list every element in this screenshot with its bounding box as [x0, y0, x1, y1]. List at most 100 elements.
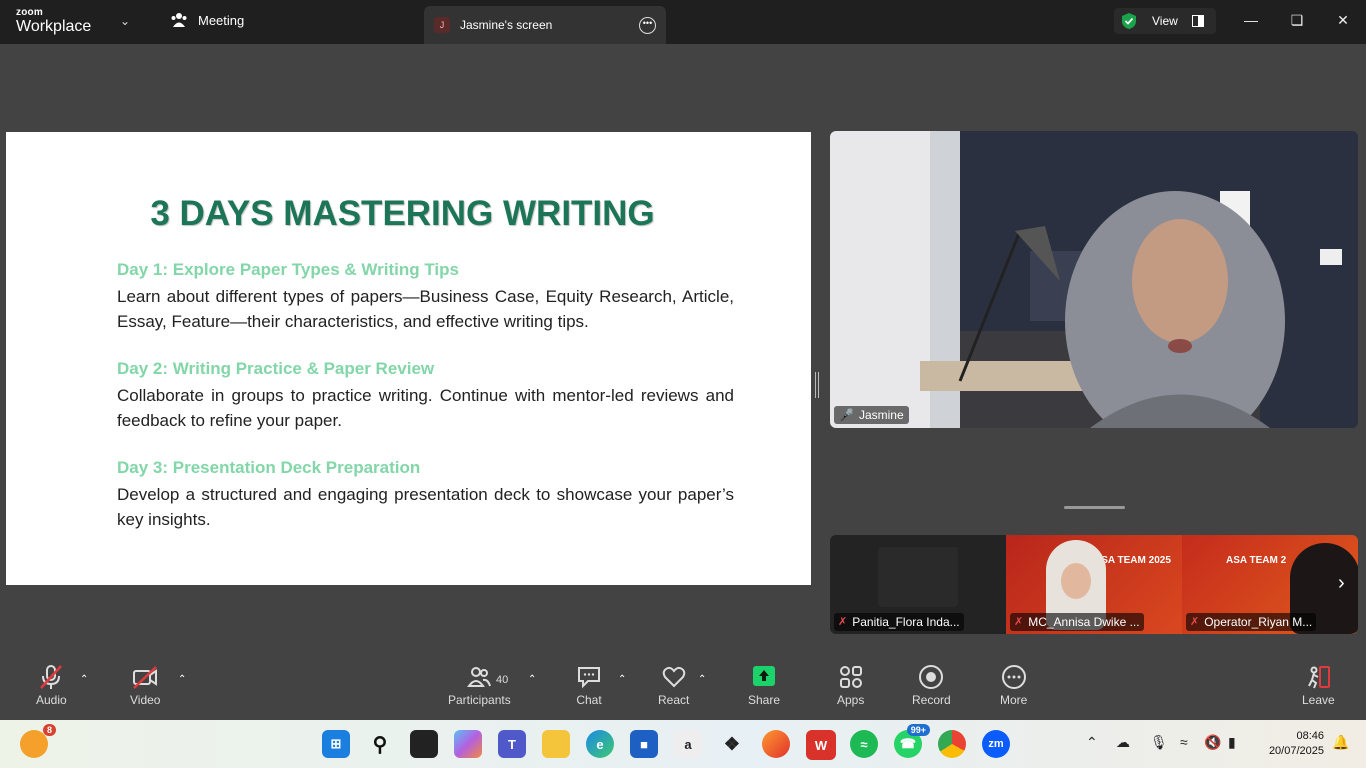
person-face: [1061, 563, 1091, 599]
apps-button[interactable]: Apps: [837, 664, 864, 707]
leave-label: Leave: [1302, 693, 1335, 707]
tab-shared-screen-label: Jasmine's screen: [460, 18, 553, 32]
participant-name: MC_Annisa Dwike ...: [1028, 615, 1140, 629]
chat-button[interactable]: Chat: [576, 664, 602, 707]
weather-icon[interactable]: 8: [20, 724, 56, 758]
clock-time: 08:46: [1296, 730, 1324, 742]
participant-tile[interactable]: ✗ Panitia_Flora Inda...: [830, 535, 1006, 634]
view-label: View: [1152, 14, 1178, 28]
participant-tile[interactable]: ASA TEAM 2025 ✗ MC_Annisa Dwike ...: [1006, 535, 1182, 634]
day-3-section: Day 3: Presentation Deck Preparation Dev…: [117, 458, 734, 532]
shield-check-icon: [1122, 13, 1136, 29]
wifi-icon[interactable]: ≈: [1180, 734, 1188, 750]
close-icon[interactable]: ✕: [1320, 0, 1366, 40]
teams-icon[interactable]: T: [498, 730, 526, 758]
chevron-up-icon[interactable]: ⌃: [178, 674, 186, 685]
view-button[interactable]: View: [1114, 8, 1216, 34]
record-button[interactable]: Record: [912, 664, 951, 707]
participants-button[interactable]: Participants 40: [448, 664, 511, 707]
restore-icon[interactable]: ❏: [1274, 0, 1320, 40]
participant-name: Panitia_Flora Inda...: [852, 615, 960, 629]
whatsapp-badge: 99+: [906, 724, 930, 736]
minimize-icon[interactable]: —: [1228, 0, 1274, 40]
share-label: Share: [748, 693, 781, 707]
edge-icon[interactable]: e: [586, 730, 614, 758]
day-1-body: Learn about different types of papers—Bu…: [117, 287, 734, 331]
speaker-name: Jasmine: [858, 408, 904, 422]
day-3-body: Develop a structured and engaging presen…: [117, 485, 734, 529]
resize-handle[interactable]: [815, 372, 819, 398]
file-explorer-icon[interactable]: [542, 730, 570, 758]
wps-office-icon[interactable]: W: [806, 730, 836, 760]
chevron-up-icon[interactable]: ⌃: [1086, 734, 1098, 751]
avatar: J: [434, 17, 450, 33]
chevron-right-icon[interactable]: ›: [1338, 572, 1345, 595]
day-2-heading: Day 2: Writing Practice & Paper Review: [117, 359, 435, 378]
meeting-toolbar: Audio ⌃ Video ⌃ Participants 40 ⌃ Chat ⌃…: [0, 664, 1366, 720]
onedrive-icon[interactable]: ☁: [1116, 734, 1130, 751]
participant-thumbnails: ✗ Panitia_Flora Inda... ASA TEAM 2025 ✗ MC…: [830, 535, 1358, 634]
leave-icon: [1308, 666, 1331, 689]
mic-muted-icon: [40, 665, 63, 689]
audio-button[interactable]: Audio: [36, 664, 67, 707]
battery-icon[interactable]: ▮: [1228, 734, 1236, 751]
windows-start-icon[interactable]: ⊞: [322, 730, 350, 758]
zoom-app-icon[interactable]: zm: [982, 730, 1010, 758]
chevron-up-icon[interactable]: ⌃: [698, 674, 706, 685]
spotify-icon[interactable]: ≈: [850, 730, 878, 758]
search-icon[interactable]: ⚲: [366, 730, 394, 758]
firefox-icon[interactable]: [762, 730, 790, 758]
day-1-heading: Day 1: Explore Paper Types & Writing Tip…: [117, 260, 459, 279]
notification-badge: 8: [42, 724, 56, 736]
participants-icon: [467, 667, 492, 687]
day-1-section: Day 1: Explore Paper Types & Writing Tip…: [117, 260, 734, 334]
copilot-icon[interactable]: [454, 730, 482, 758]
tab-shared-screen[interactable]: J Jasmine's screen •••: [424, 6, 666, 44]
task-view-icon[interactable]: [410, 730, 438, 758]
chat-icon: [578, 667, 600, 689]
amazon-icon[interactable]: a: [674, 730, 702, 758]
notifications-icon[interactable]: 🔔: [1332, 734, 1349, 751]
mic-icon: 🎤: [839, 408, 854, 422]
strip-resize-handle[interactable]: [1064, 506, 1125, 509]
participant-name-tag: ✗ Operator_Riyan M...: [1186, 613, 1317, 631]
apps-icon: [839, 666, 862, 688]
microphone-icon[interactable]: 🎙: [1150, 734, 1168, 751]
layout-icon: [1191, 15, 1204, 27]
zoom-workplace-logo: zoom Workplace: [16, 8, 91, 35]
speaker-video-frame: [830, 131, 1358, 428]
chevron-down-icon[interactable]: ⌄: [120, 14, 130, 28]
whatsapp-icon[interactable]: ☎ 99+: [894, 724, 930, 758]
speaker-muted-icon[interactable]: 🔇: [1204, 734, 1221, 751]
audio-label: Audio: [36, 693, 67, 707]
chevron-up-icon[interactable]: ⌃: [618, 674, 626, 685]
more-label: More: [1000, 693, 1028, 707]
more-icon: [1001, 665, 1026, 689]
react-button[interactable]: React: [658, 664, 689, 707]
participant-tile[interactable]: ASA TEAM 2 ✗ Operator_Riyan M...: [1182, 535, 1358, 634]
mic-muted-icon: ✗: [1190, 616, 1200, 628]
window-controls: — ❏ ✕: [1228, 0, 1366, 40]
slide-title: 3 DAYS MASTERING WRITING: [150, 194, 655, 233]
share-screen-icon: [753, 666, 776, 686]
leave-button[interactable]: Leave: [1302, 664, 1335, 707]
video-label: Video: [130, 693, 161, 707]
record-icon: [919, 665, 944, 689]
mic-muted-icon: ✗: [1014, 616, 1024, 628]
system-clock[interactable]: 08:46 20/07/2025: [1258, 729, 1324, 759]
chevron-up-icon[interactable]: ⌃: [80, 674, 88, 685]
speaker-name-tag: 🎤 Jasmine: [834, 406, 909, 424]
share-button[interactable]: Share: [748, 664, 780, 707]
participant-name-tag: ✗ Panitia_Flora Inda...: [834, 613, 964, 631]
apps-label: Apps: [837, 693, 865, 707]
video-button[interactable]: Video: [130, 664, 160, 707]
more-options-icon[interactable]: •••: [639, 16, 656, 34]
speaker-video[interactable]: 🎤 Jasmine: [830, 131, 1358, 428]
dropbox-icon[interactable]: ❖: [718, 730, 746, 758]
more-button[interactable]: More: [1000, 664, 1027, 707]
chrome-icon[interactable]: [938, 730, 966, 758]
store-icon[interactable]: ■: [630, 730, 658, 758]
chevron-up-icon[interactable]: ⌃: [528, 674, 536, 685]
tab-meeting[interactable]: Meeting: [170, 12, 244, 28]
mic-muted-icon: ✗: [838, 616, 848, 628]
